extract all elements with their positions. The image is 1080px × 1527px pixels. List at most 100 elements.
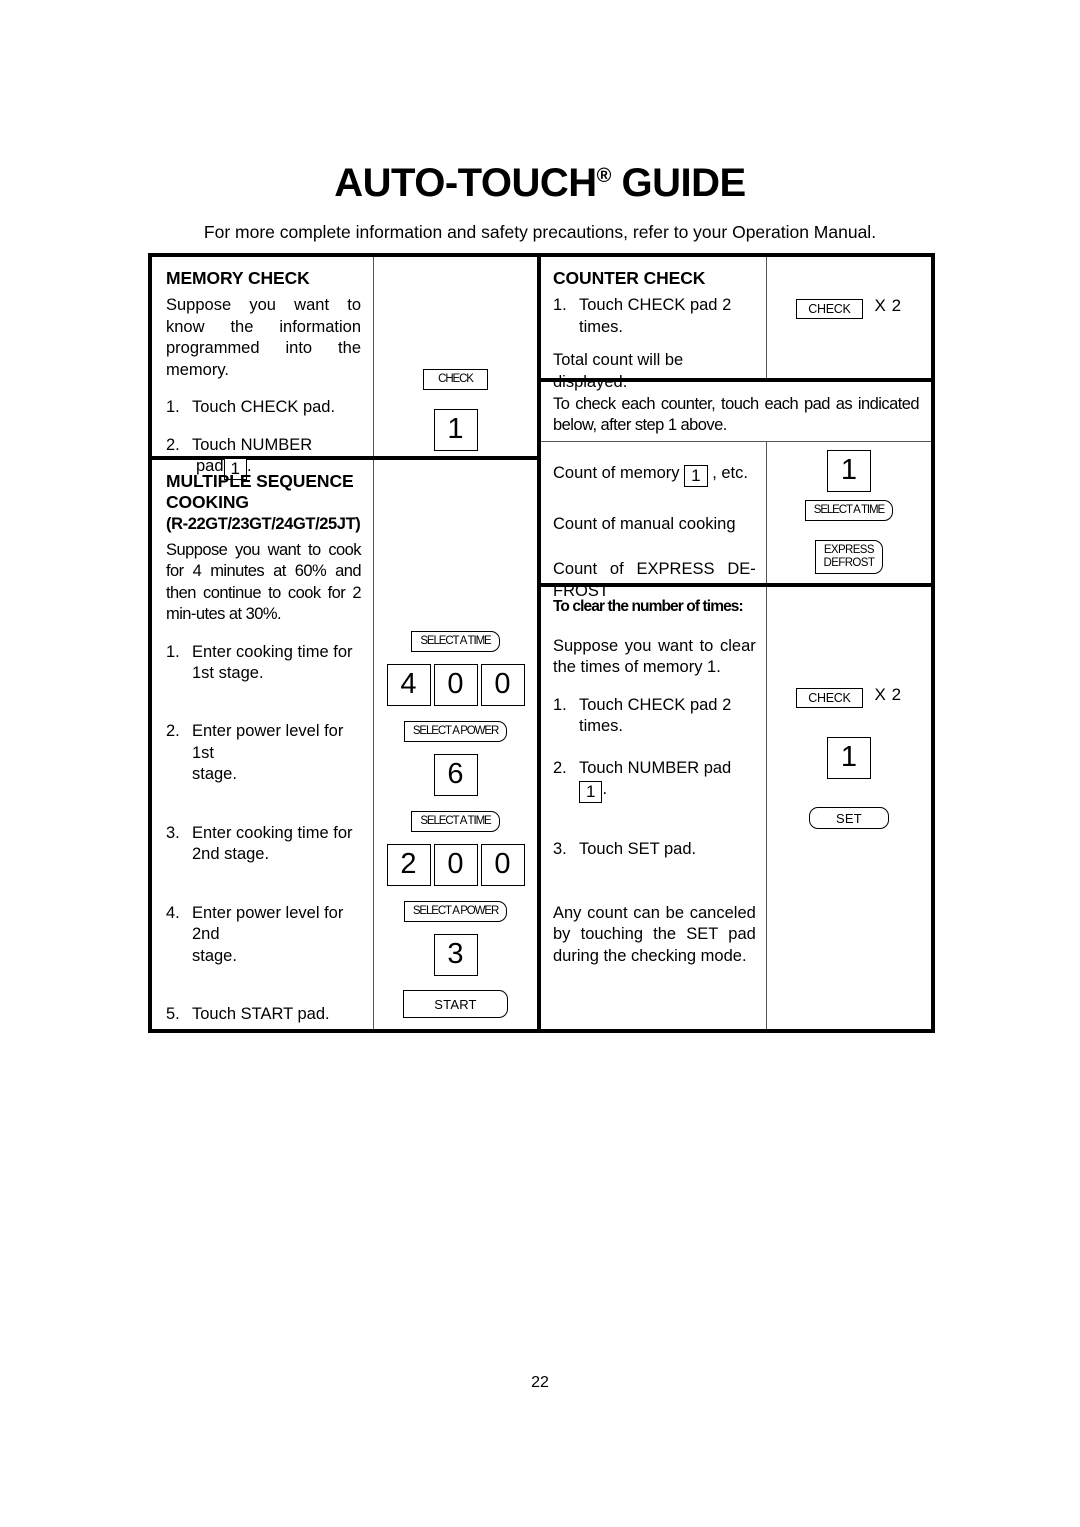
step-text: Enter power level for 1st <box>192 722 344 762</box>
step-text-line2: times. <box>579 717 624 736</box>
section-memory-check: MEMORY CHECK Suppose you want to know th… <box>152 257 537 480</box>
check-pad[interactable]: CHECK <box>796 299 863 319</box>
step-text-line2: stage. <box>192 946 237 965</box>
express-defrost-pad[interactable]: EXPRESS DEFROST <box>814 540 884 575</box>
select-a-power-pad[interactable]: SELECT A POWER <box>403 901 508 922</box>
step-number: 3. <box>553 840 567 859</box>
step-number: 4. <box>166 903 180 922</box>
count-manual-label: Count of manual cooking <box>553 515 736 533</box>
time-digit: 0 <box>480 664 525 706</box>
heading-line-1: MULTIPLE SEQUENCE <box>166 471 354 491</box>
time-digit: 2 <box>386 844 431 886</box>
page-title-tail: GUIDE <box>610 161 747 205</box>
step-text-line2: times. <box>579 317 624 336</box>
step-number: 2. <box>166 722 180 741</box>
start-pad[interactable]: START <box>403 990 508 1019</box>
counter-counts-section: Count of memory 1 , etc. Count of manual… <box>541 442 931 600</box>
memory-check-heading: MEMORY CHECK <box>166 268 310 288</box>
step-item: 2. Enter power level for 1st stage. <box>166 721 361 785</box>
clear-times-pads: CHECK X 2 1 SET <box>767 587 931 1029</box>
clear-times-heading: To clear the number of times: <box>553 598 744 615</box>
step-text: Touch CHECK pad. <box>192 398 336 417</box>
section-counter-check: COUNTER CHECK 1. Touch CHECK pad 2 times. … <box>541 257 931 391</box>
step-text-after: . <box>602 780 608 799</box>
step-text: Touch SET pad. <box>579 840 697 859</box>
power-level-digit: 3 <box>433 934 478 976</box>
step-number: 5. <box>166 1004 180 1023</box>
step-item: 1. Touch CHECK pad 2 times. <box>553 295 756 338</box>
number-display-1: 1 <box>826 737 871 779</box>
clear-times-intro: Suppose you want to clear the times of m… <box>553 637 756 677</box>
check-pad[interactable]: CHECK <box>796 688 863 708</box>
memory-check-intro: Suppose you want to know the information… <box>166 296 361 379</box>
clear-times-text: To clear the number of times: Suppose yo… <box>541 587 767 1029</box>
registered-trademark-icon: ® <box>596 165 612 187</box>
step-number: 3. <box>166 823 180 842</box>
step-item: 3. Touch SET pad. <box>553 839 756 860</box>
check-pad[interactable]: CHECK <box>423 369 488 390</box>
page-number: 22 <box>531 1374 549 1391</box>
number-key-inline[interactable]: 1 <box>579 781 603 804</box>
set-pad[interactable]: SET <box>808 807 889 830</box>
clear-times-note: Any count can be canceled by touching th… <box>553 903 756 965</box>
step-text: Touch NUMBER <box>192 435 313 454</box>
left-column: MEMORY CHECK Suppose you want to know th… <box>152 257 541 1029</box>
counter-counts-pads: 1 SELECT A TIME EXPRESS DEFROST <box>767 442 931 583</box>
time-digit: 4 <box>386 664 431 706</box>
counter-instruction-text: To check each counter, touch each pad as… <box>553 395 920 435</box>
step-number: 1. <box>166 642 180 661</box>
step-item: 1. Touch CHECK pad 2 times. <box>553 695 756 738</box>
step-number: 1. <box>553 695 567 714</box>
counter-check-steps: 1. Touch CHECK pad 2 times. <box>553 295 756 338</box>
count-label-before: Count of memory <box>553 464 685 482</box>
clear-times-steps: 1. Touch CHECK pad 2 times. 2. Touch NUMBER… <box>553 695 756 861</box>
section-multiple-sequence-cooking: MULTIPLE SEQUENCE COOKING (R-22GT/23GT/24G… <box>152 460 537 1029</box>
express-defrost-line1: EXPRESS <box>823 544 875 556</box>
step-text: Touch START pad. <box>192 1004 330 1023</box>
step-number: 1. <box>553 296 567 315</box>
check-multiplier-label: X 2 <box>874 296 902 315</box>
multiple-sequence-steps: 1. Enter cooking time for 1st stage. 2. Ent… <box>166 642 361 1026</box>
number-key-inline[interactable]: 1 <box>684 465 708 487</box>
document-page: AUTO-TOUCH® GUIDE For more complete info… <box>0 0 1080 1527</box>
step-text: Touch NUMBER pad <box>579 758 732 777</box>
step-item: 3. Enter cooking time for 2nd stage. <box>166 823 361 866</box>
memory-check-pads: CHECK 1 <box>374 257 537 456</box>
step-number: 2. <box>553 758 567 777</box>
step-item: 5. Touch START pad. <box>166 1004 361 1025</box>
right-column: COUNTER CHECK 1. Touch CHECK pad 2 times. … <box>541 257 931 1029</box>
multiple-sequence-text: MULTIPLE SEQUENCE COOKING (R-22GT/23GT/24G… <box>152 460 374 1029</box>
step-item: 1. Touch CHECK pad. <box>166 397 361 418</box>
select-a-time-pad[interactable]: SELECT A TIME <box>804 500 894 521</box>
count-memory-label: Count of memory 1 , etc. <box>553 463 756 487</box>
multiple-sequence-intro: Suppose you want to cook for 4 minutes a… <box>166 540 362 624</box>
step-text-line2: stage. <box>192 765 237 784</box>
page-title-main: AUTO-TOUCH <box>334 161 597 205</box>
section-clear-number-of-times: To clear the number of times: Suppose yo… <box>541 587 931 1029</box>
step-item: 2. Touch NUMBER pad 1. <box>553 758 756 804</box>
power-level-digit: 6 <box>433 754 478 796</box>
counter-instruction-row: To check each counter, touch each pad as… <box>541 382 931 442</box>
counter-counts-text: Count of memory 1 , etc. Count of manual… <box>541 442 767 600</box>
time-digit: 0 <box>480 844 525 886</box>
model-numbers: (R-22GT/23GT/24GT/25JT) <box>166 514 361 533</box>
step-text-line2: 1st stage. <box>192 664 264 682</box>
count-label-after: , etc. <box>707 464 748 482</box>
select-a-time-pad[interactable]: SELECT A TIME <box>411 811 500 832</box>
check-multiplier-label: X 2 <box>874 685 902 704</box>
page-subtitle: For more complete information and safety… <box>203 222 877 242</box>
step-item: 1. Enter cooking time for 1st stage. <box>166 642 361 685</box>
step-text-line2: 2nd stage. <box>192 845 270 864</box>
step-text: Enter cooking time for <box>192 823 353 842</box>
memory-check-text: MEMORY CHECK Suppose you want to know th… <box>152 257 374 480</box>
number-display-1: 1 <box>433 409 478 451</box>
heading-line-2: COOKING <box>166 492 249 513</box>
time-digit: 0 <box>433 844 478 886</box>
counter-check-pads: CHECK X 2 <box>767 257 931 378</box>
select-a-time-pad[interactable]: SELECT A TIME <box>411 631 500 652</box>
select-a-power-pad[interactable]: SELECT A POWER <box>403 721 508 742</box>
step-text: Touch CHECK pad 2 <box>579 695 732 714</box>
express-defrost-line2: DEFROST <box>823 557 875 570</box>
counter-check-text: COUNTER CHECK 1. Touch CHECK pad 2 times. … <box>541 257 767 391</box>
counter-check-heading: COUNTER CHECK <box>553 268 706 288</box>
